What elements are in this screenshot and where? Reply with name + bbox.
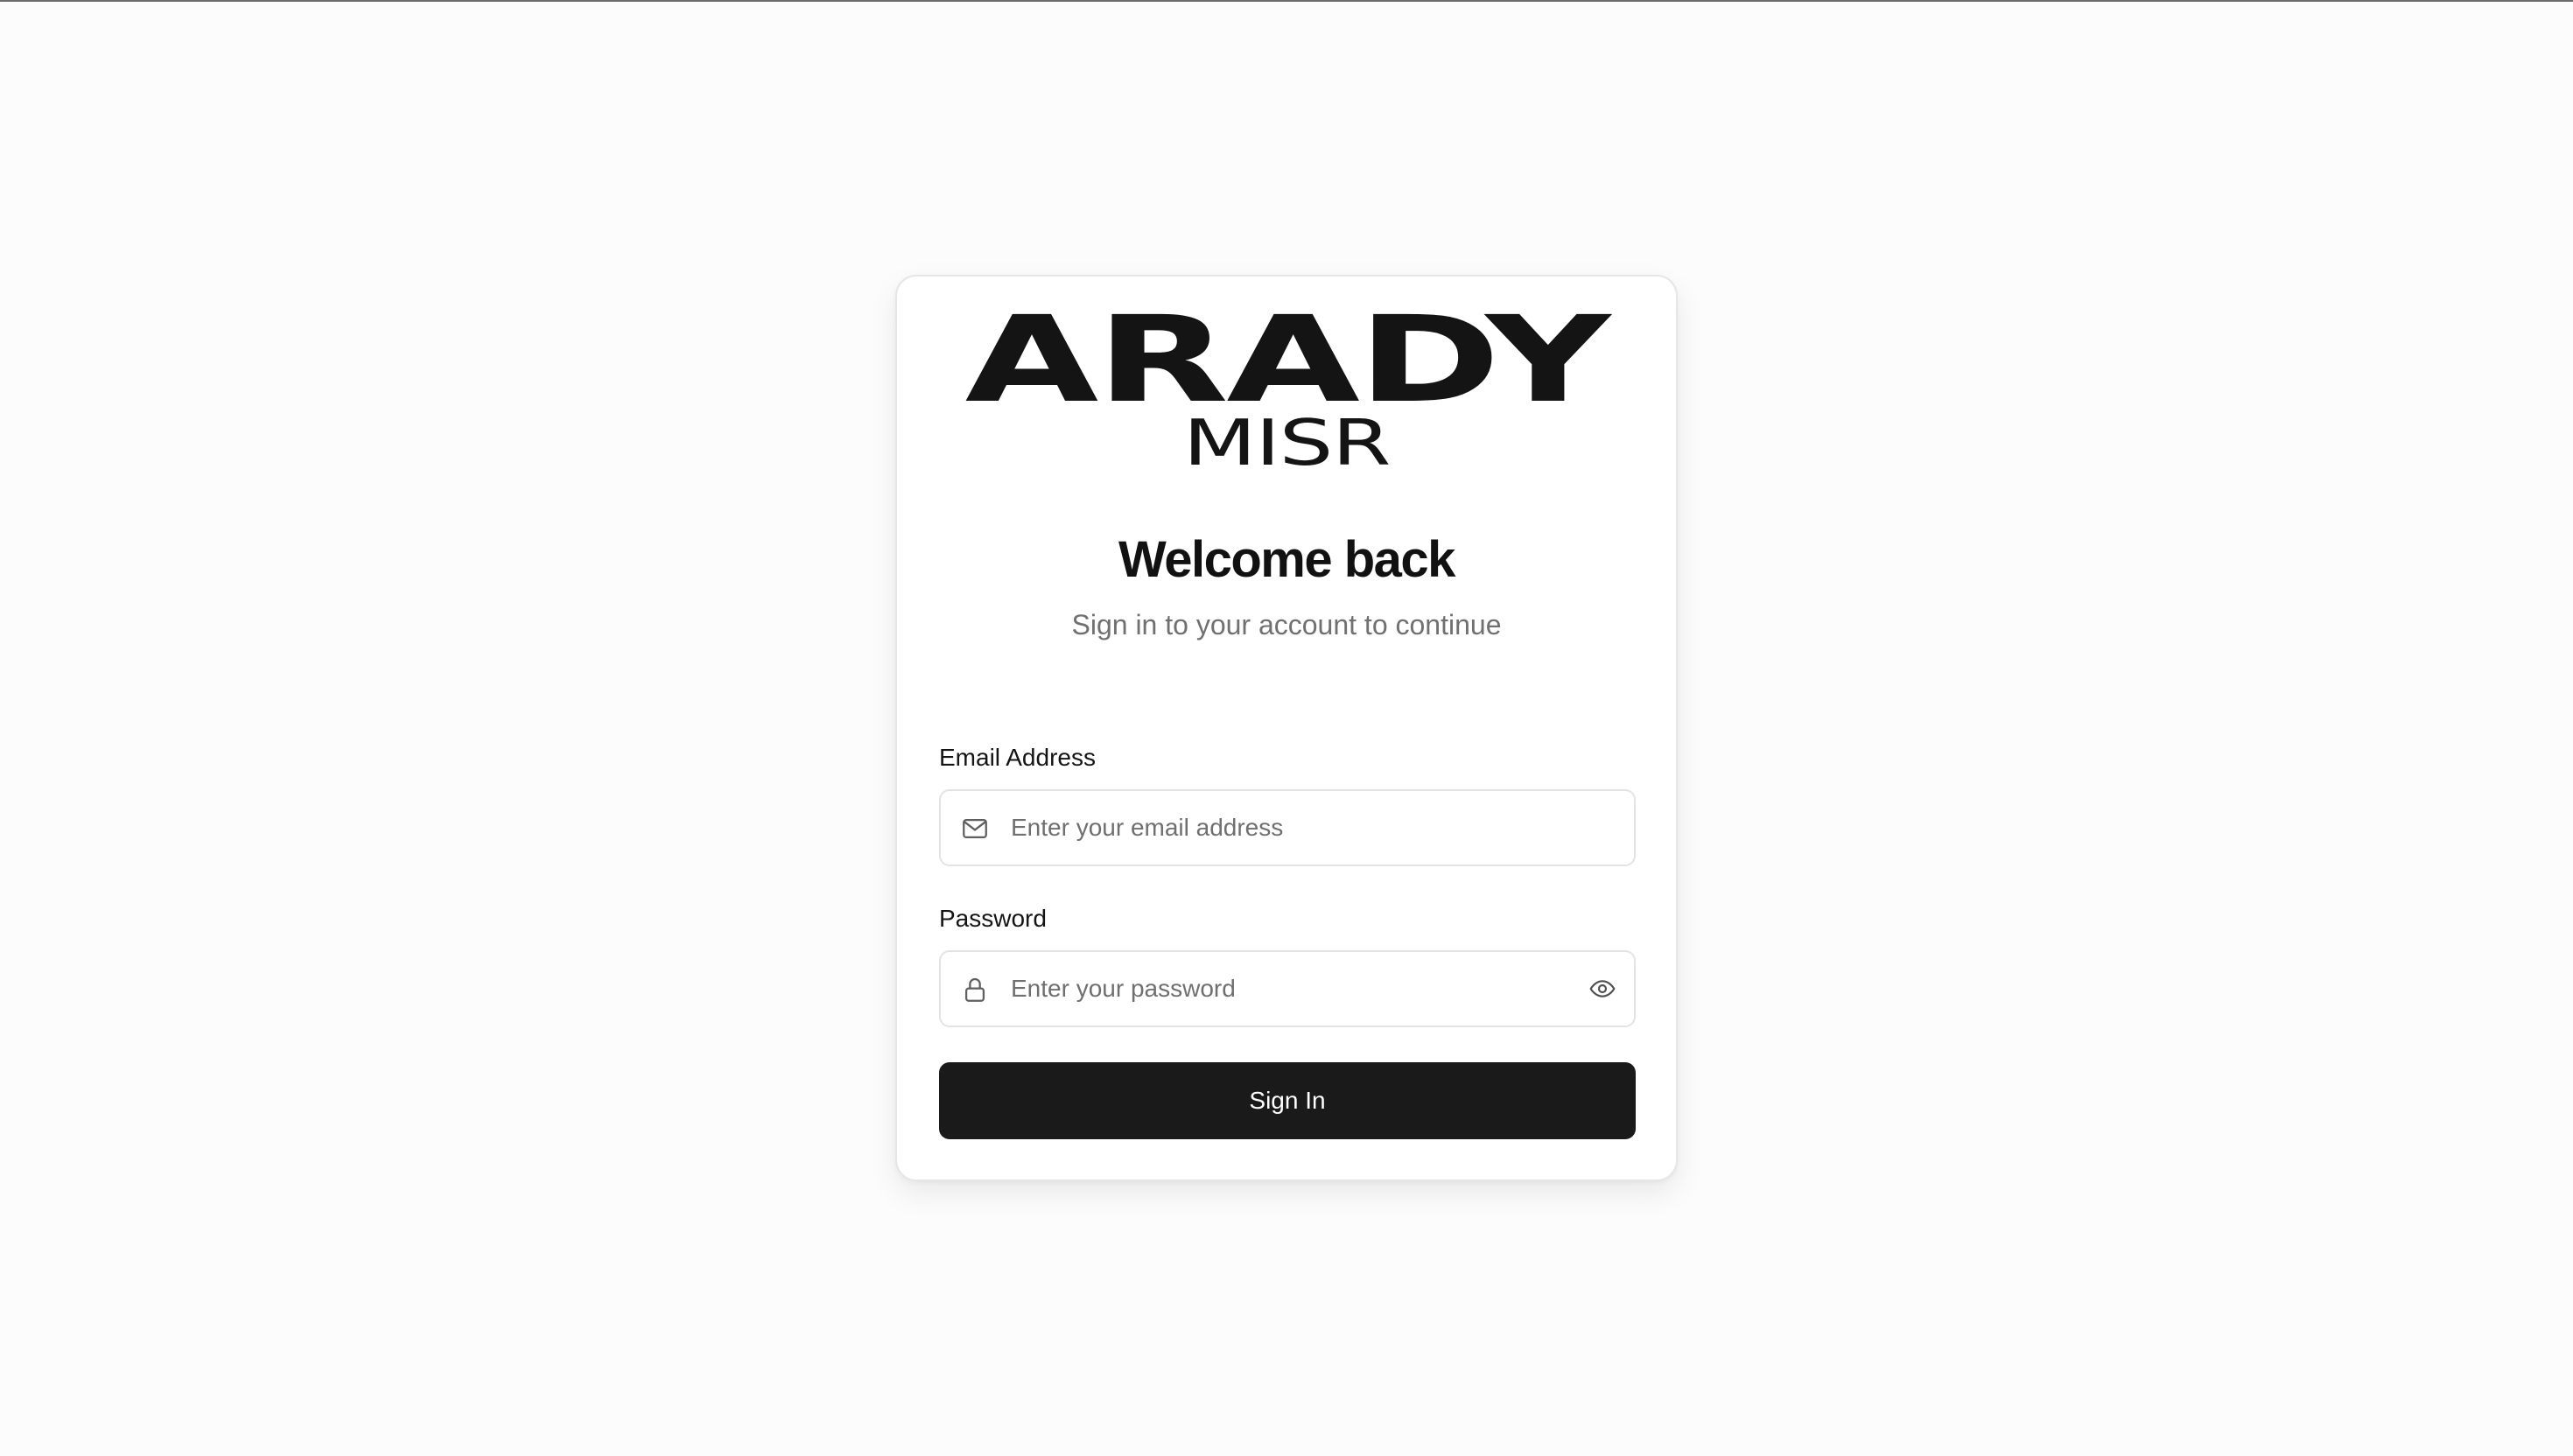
password-field-container bbox=[939, 950, 1636, 1027]
email-field-container bbox=[939, 789, 1636, 866]
eye-icon bbox=[1589, 980, 1616, 998]
email-label: Email Address bbox=[939, 744, 1096, 771]
logo-wordmark: ARADY bbox=[964, 291, 1611, 430]
password-label: Password bbox=[939, 905, 1047, 932]
email-input[interactable] bbox=[1011, 791, 1571, 864]
lock-icon bbox=[964, 977, 985, 1002]
page-title: Welcome back bbox=[1118, 531, 1455, 588]
logo-subtitle: MISR bbox=[1182, 406, 1392, 480]
top-divider bbox=[0, 0, 2573, 2]
show-password-toggle[interactable] bbox=[1585, 971, 1620, 1006]
password-input[interactable] bbox=[1011, 952, 1571, 1026]
mail-icon bbox=[963, 818, 987, 839]
page-subtitle: Sign in to your account to continue bbox=[1071, 609, 1502, 640]
brand-logo: ARADY MISR bbox=[897, 301, 1676, 474]
sign-in-button[interactable]: Sign In bbox=[939, 1062, 1636, 1139]
login-card: ARADY MISR Welcome back Sign in to your … bbox=[895, 275, 1678, 1181]
